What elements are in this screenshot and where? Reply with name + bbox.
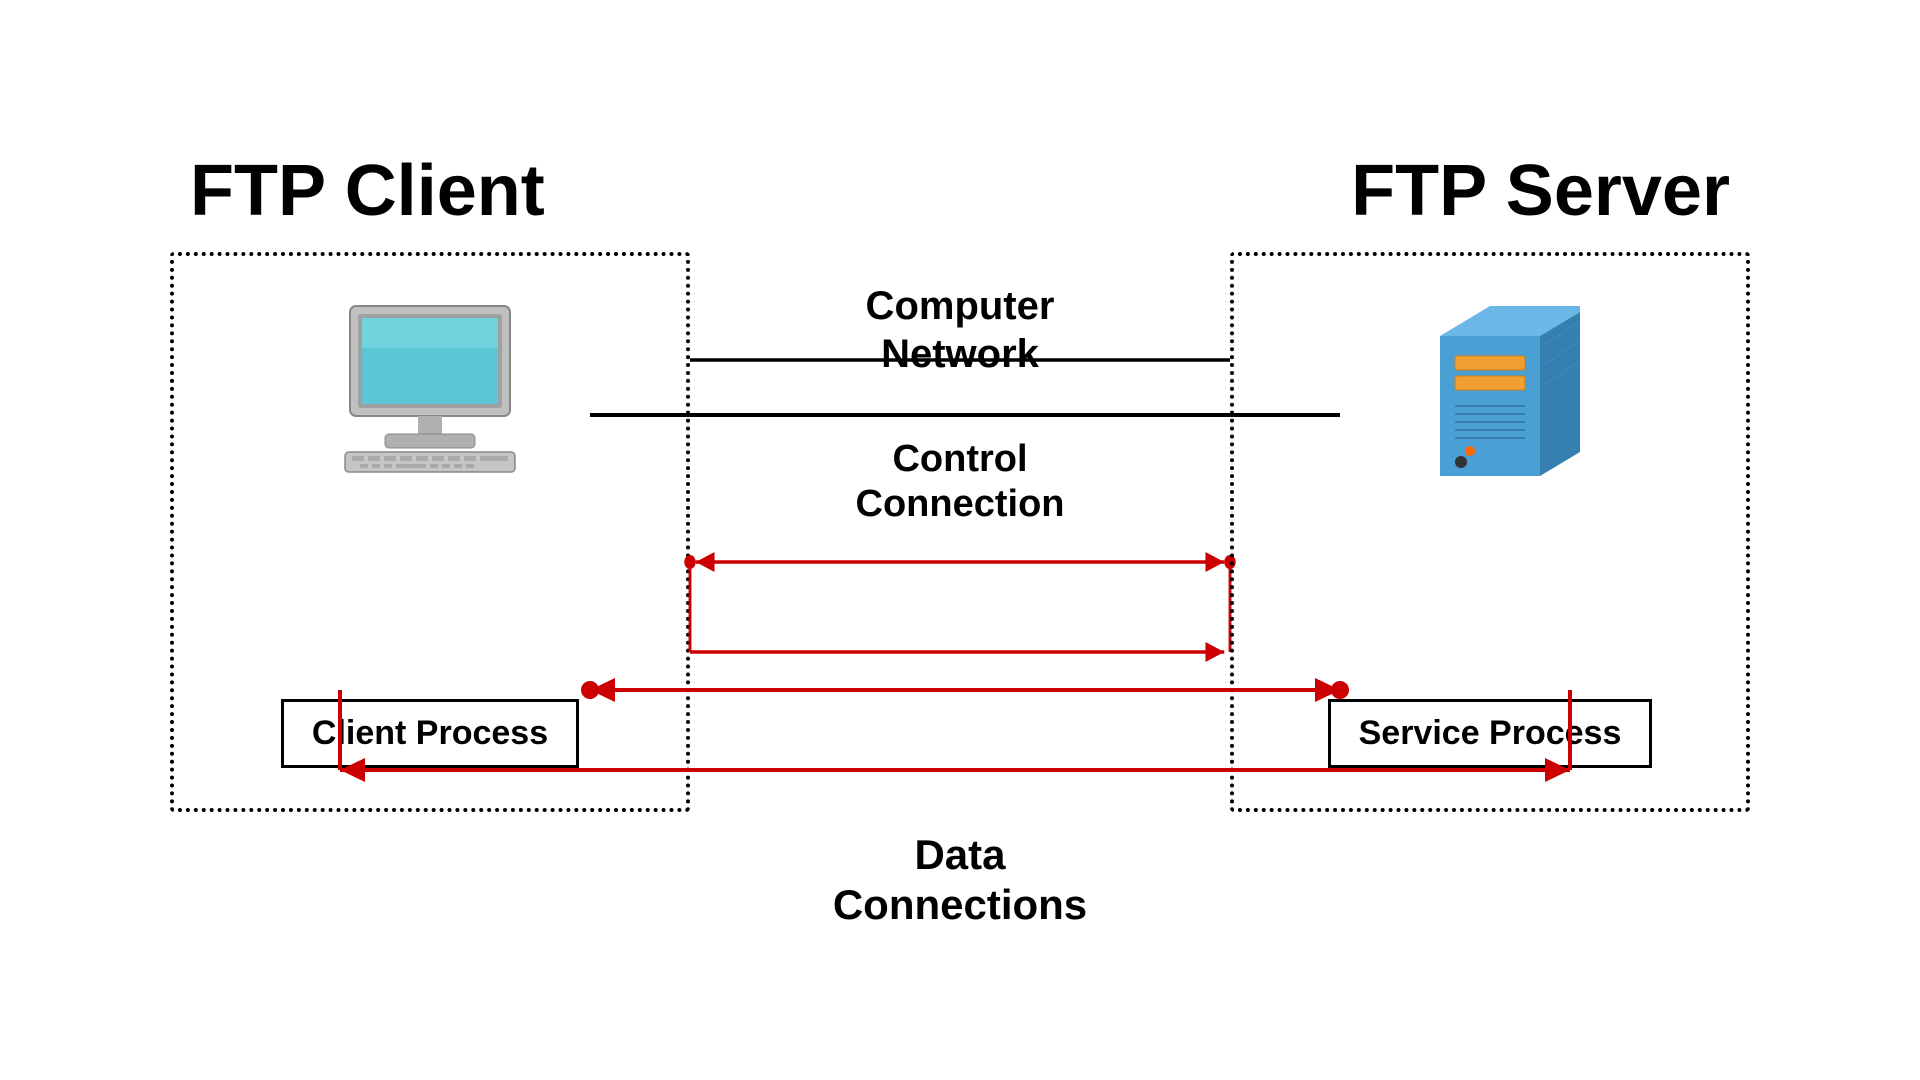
- control-connection-label: Control Connection: [856, 437, 1065, 528]
- middle-area: Computer Network Control Connection: [690, 252, 1230, 812]
- network-label: Computer Network: [866, 282, 1055, 378]
- service-process-label: Service Process: [1328, 699, 1653, 768]
- data-connections-label: Data Connections: [833, 830, 1087, 931]
- computer-icon: [330, 296, 530, 476]
- server-box: Service Process: [1230, 252, 1750, 812]
- ftp-server-title: FTP Server: [1351, 150, 1730, 232]
- ftp-client-title: FTP Client: [190, 150, 545, 232]
- server-icon: [1400, 296, 1580, 496]
- top-labels: FTP Client FTP Server: [110, 150, 1810, 232]
- diagram-container: FTP Client FTP Server: [110, 80, 1810, 1000]
- client-process-label: Client Process: [281, 699, 579, 768]
- client-box: Client Process: [170, 252, 690, 812]
